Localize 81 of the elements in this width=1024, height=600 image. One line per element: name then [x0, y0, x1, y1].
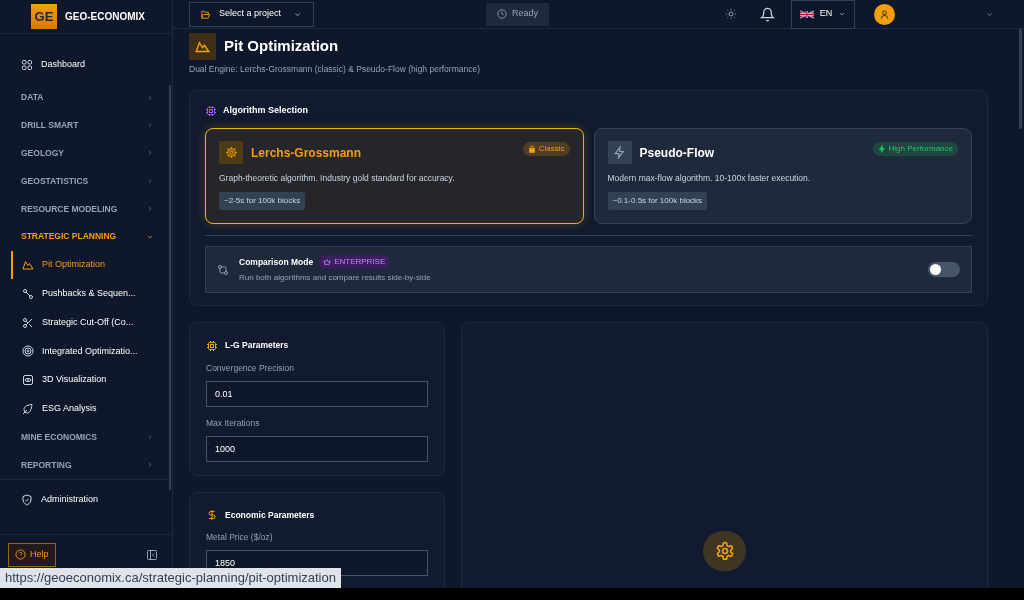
comparison-mode-description: Run both algorithms and compare results side-by-side	[239, 272, 431, 285]
scissors-icon	[22, 316, 34, 329]
comparison-toggle[interactable]	[928, 262, 960, 278]
card-title: L-G Parameters	[225, 339, 289, 352]
timing-chip: ~2-5s for 100k blocks	[219, 192, 306, 210]
chevron-right-icon	[146, 461, 154, 470]
sidebar-section[interactable]: STRATEGIC PLANNING	[12, 222, 154, 251]
page-subtitle: Dual Engine: Lerchs-Grossmann (classic) & Pseudo-Flow (high performance)	[189, 63, 481, 76]
sidebar-item[interactable]: ESG Analysis	[11, 394, 154, 424]
comparison-mode-title: Comparison Mode	[239, 255, 314, 269]
chip-icon	[206, 339, 218, 352]
folder-icon	[200, 8, 211, 20]
sidebar-section[interactable]: DRILL SMART	[12, 111, 154, 140]
project-select[interactable]: Select a project	[189, 1, 314, 27]
algorithm-badge: Classic	[522, 142, 570, 157]
card-title: Economic Parameters	[225, 508, 315, 522]
logo-badge: GE	[31, 4, 57, 29]
chevron-right-icon	[146, 121, 154, 130]
help-button[interactable]: Help	[8, 542, 56, 567]
sun-icon[interactable]	[725, 8, 737, 20]
link-url-tooltip: https://geoeconomix.ca/strategic-planning/pit-optimization	[0, 568, 341, 588]
chevron-down-icon	[838, 10, 846, 18]
user-avatar[interactable]	[874, 3, 895, 25]
settings-icon	[714, 541, 735, 562]
sidebar-section[interactable]: GEOSTATISTICS	[12, 167, 154, 195]
clock-icon	[497, 9, 507, 19]
sidebar-item[interactable]: 3D Visualization	[11, 365, 154, 395]
help-icon	[15, 549, 26, 560]
algorithm-description: Graph-theoretic algorithm. Industry gold standard for accuracy.	[219, 172, 456, 185]
chevron-right-icon	[146, 177, 154, 186]
leaf-icon	[22, 402, 34, 415]
mountain-icon	[195, 40, 210, 53]
collapse-sidebar-icon[interactable]	[146, 548, 158, 561]
compare-icon	[217, 263, 229, 276]
notification-bell-icon[interactable]	[760, 6, 775, 22]
status-indicator: Ready	[486, 2, 549, 26]
chevron-right-icon	[146, 149, 154, 158]
target-icon	[22, 345, 34, 358]
field-label: Metal Price ($/oz)	[206, 531, 274, 544]
timing-chip: ~0.1-0.5s for 100k blocks	[607, 192, 708, 210]
sidebar-item[interactable]: Pit Optimization	[11, 250, 154, 280]
algorithm-name: Lerchs-Grossmann	[251, 144, 362, 162]
sidebar-item[interactable]: Strategic Cut-Off (Co...	[11, 308, 154, 337]
sidebar-section[interactable]: GEOLOGY	[12, 139, 154, 168]
lightning-icon	[613, 146, 626, 160]
sidebar-item[interactable]: Integrated Optimizatio...	[11, 336, 154, 366]
enterprise-badge: ENTERPRISE	[318, 255, 391, 270]
sidebar-section[interactable]: MINE ECONOMICS	[12, 423, 154, 452]
algorithm-option-card[interactable]: Pseudo-Flow High Performance Modern max-flow algorithm. 10-100x faster execution. ~0.1-0.5s for 100k blocks	[593, 128, 972, 225]
sidebar-item[interactable]: Administration	[12, 490, 172, 510]
chip-icon	[205, 104, 217, 117]
cube-view-icon	[22, 374, 34, 387]
chevron-right-icon	[146, 204, 154, 213]
user-icon	[879, 8, 890, 20]
dashboard-icon	[21, 58, 33, 71]
mountain-icon	[22, 258, 34, 271]
chevron-right-icon	[146, 93, 154, 102]
input-field[interactable]: 0.01	[206, 380, 428, 407]
sidebar-section[interactable]: REPORTING	[12, 451, 154, 479]
input-field[interactable]: 1000	[206, 435, 428, 462]
sidebar-item[interactable]: Dashboard	[12, 51, 154, 79]
chevron-right-icon	[146, 433, 154, 442]
algorithm-option-card[interactable]: Lerchs-Grossmann Classic Graph-theoretic algorithm. Industry gold standard for accuracy. ~2-5s for 100k blocks	[205, 128, 584, 225]
algorithm-badge: High Performance	[872, 142, 958, 157]
crown-icon	[323, 258, 332, 267]
nodes-icon	[22, 287, 34, 300]
field-label: Max Iterations	[206, 416, 261, 430]
sidebar-item[interactable]: Pushbacks & Sequen...	[11, 279, 154, 309]
flag-icon	[800, 9, 814, 19]
gear-icon	[224, 146, 238, 160]
field-label: Convergence Precision	[206, 362, 295, 375]
language-select[interactable]: EN	[791, 0, 855, 29]
section-title: Algorithm Selection	[223, 103, 308, 117]
app-name: GEO-ECONOMIX	[65, 10, 145, 24]
page-title: Pit Optimization	[224, 36, 339, 57]
algorithm-name: Pseudo-Flow	[639, 144, 715, 162]
sidebar-section[interactable]: RESOURCE MODELING	[12, 195, 154, 223]
algorithm-description: Modern max-flow algorithm. 10-100x faster execution.	[607, 172, 812, 185]
shield-icon	[21, 494, 33, 506]
dollar-icon	[206, 508, 218, 521]
sidebar-section[interactable]: DATA	[12, 83, 154, 112]
